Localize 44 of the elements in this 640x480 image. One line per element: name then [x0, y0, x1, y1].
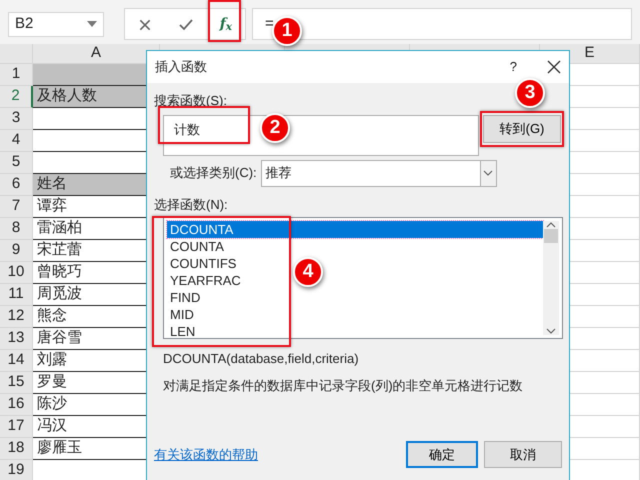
- list-item[interactable]: YEARFRAC: [167, 272, 244, 289]
- row-header[interactable]: 5: [0, 152, 33, 174]
- list-item[interactable]: MID: [167, 306, 197, 323]
- row-header[interactable]: 11: [0, 284, 33, 306]
- row-header[interactable]: 14: [0, 350, 33, 372]
- list-item[interactable]: FIND: [167, 289, 204, 306]
- close-icon[interactable]: [547, 60, 561, 74]
- list-item[interactable]: DCOUNTA: [167, 221, 543, 238]
- ok-button[interactable]: 确定: [406, 441, 478, 468]
- row-header[interactable]: 15: [0, 372, 33, 394]
- list-item[interactable]: LEN: [167, 323, 198, 340]
- scroll-down-icon[interactable]: [546, 327, 556, 335]
- cancel-button[interactable]: 取消: [484, 441, 562, 468]
- highlight-frame: [208, 0, 241, 42]
- row-header[interactable]: 2: [0, 86, 33, 108]
- row-header[interactable]: 13: [0, 328, 33, 350]
- row-header[interactable]: 9: [0, 240, 33, 262]
- row-header[interactable]: 17: [0, 416, 33, 438]
- go-button[interactable]: 转到(G): [483, 114, 561, 142]
- row-header[interactable]: 16: [0, 394, 33, 416]
- insert-function-button[interactable]: f$_{x}$: [220, 14, 232, 34]
- row-header[interactable]: 8: [0, 218, 33, 240]
- function-signature: DCOUNTA(database,field,criteria): [163, 350, 360, 368]
- name-box[interactable]: B2: [8, 12, 104, 36]
- row-header[interactable]: 10: [0, 262, 33, 284]
- row-header[interactable]: 12: [0, 306, 33, 328]
- field-label: 或选择类别(C):: [170, 164, 257, 182]
- row-header[interactable]: 1: [0, 64, 33, 86]
- function-description: 对满足指定条件的数据库中记录字段(列)的非空单元格进行记数: [163, 376, 524, 395]
- scrollbar[interactable]: [543, 221, 559, 335]
- list-item[interactable]: COUNTA: [167, 238, 227, 255]
- scroll-up-icon[interactable]: [546, 221, 556, 229]
- row-header[interactable]: 4: [0, 130, 33, 152]
- row-header[interactable]: 7: [0, 196, 33, 218]
- chevron-down-icon: [483, 170, 494, 176]
- category-dropdown[interactable]: 推荐: [260, 160, 497, 186]
- help-button[interactable]: ?: [510, 57, 517, 77]
- row-header[interactable]: 19: [0, 460, 33, 480]
- scroll-thumb[interactable]: [544, 229, 558, 243]
- row-header[interactable]: 18: [0, 438, 33, 460]
- list-item[interactable]: COUNTIFS: [167, 255, 240, 272]
- dropdown-button[interactable]: [480, 160, 496, 186]
- row-header[interactable]: 3: [0, 108, 33, 130]
- row-header[interactable]: 6: [0, 174, 33, 196]
